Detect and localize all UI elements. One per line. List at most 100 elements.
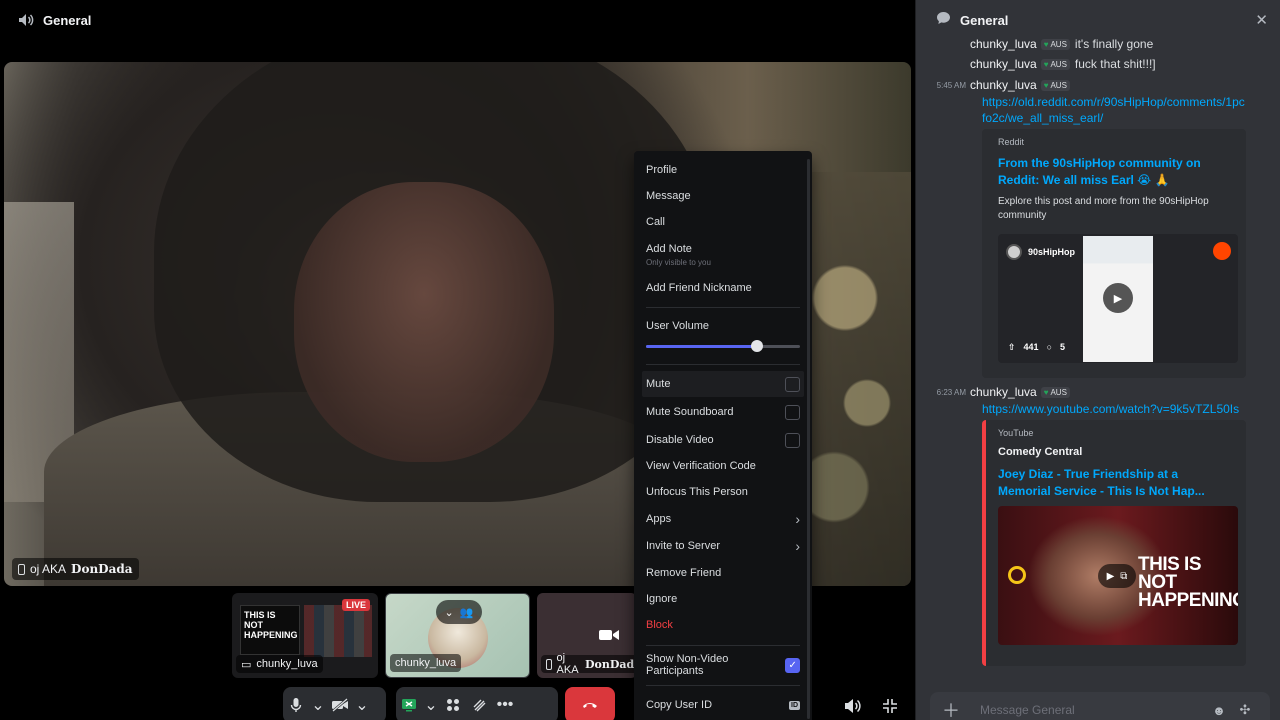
participants-toggle[interactable]: ⌄ 👥	[436, 600, 482, 624]
message-username[interactable]: chunky_luva	[970, 57, 1037, 71]
thumbnail-avatar-tile[interactable]: ⌄ 👥 chunky_luva	[385, 593, 530, 678]
message-username[interactable]: chunky_luva	[970, 78, 1037, 92]
menu-item-mute-soundboard[interactable]: Mute Soundboard	[642, 399, 804, 425]
thumbnail-stream-tile[interactable]: THIS IS NOT HAPPENING LIVE ▭ chunky_luva	[232, 593, 378, 678]
chevron-down-icon: ⌄	[424, 697, 438, 714]
menu-item-add-note[interactable]: Add Note Only visible to you	[642, 235, 804, 275]
embed-media[interactable]: 90sHipHop ▶ ⇧ 441 ○ 5	[998, 234, 1238, 363]
menu-item-copy-user-id[interactable]: Copy User ID ID	[642, 692, 804, 718]
user-volume-handle[interactable]	[750, 340, 763, 352]
menu-item-show-non-video-participants[interactable]: Show Non-Video Participants ✓	[642, 652, 804, 678]
message-link[interactable]: https://www.youtube.com/watch?v=9k5vTZL5…	[982, 401, 1239, 417]
thumbnail-name-prefix: oj AKA	[556, 652, 579, 676]
thumbnail-name-tag: oj AKA DonDada	[541, 652, 637, 676]
menu-item-disable-video[interactable]: Disable Video	[642, 427, 804, 453]
apps-icon[interactable]: ✣	[1232, 702, 1258, 718]
main-participant-name-tag: oj AKA DonDada	[12, 558, 139, 580]
embed-community: 90sHipHop	[1006, 244, 1075, 260]
emoji-icon[interactable]: ☻	[1206, 703, 1232, 718]
menu-item-add-friend-nickname[interactable]: Add Friend Nickname	[642, 275, 804, 301]
stream-preview: THIS IS NOT HAPPENING	[240, 605, 300, 655]
video-plant	[801, 172, 911, 586]
embed-title[interactable]: Joey Diaz - True Friendship at a Memoria…	[998, 466, 1234, 500]
mic-camera-controls: ⌄ ⌄	[283, 687, 386, 720]
message-input[interactable]: Message General	[972, 703, 1206, 717]
play-button[interactable]: ▶ ⧉	[1098, 564, 1136, 588]
external-link-icon: ⧉	[1120, 570, 1128, 582]
message-timestamp: 6:23 AM	[936, 387, 966, 397]
user-volume-fill	[646, 345, 757, 348]
mute-soundboard-checkbox[interactable]	[785, 404, 800, 420]
disconnect-button[interactable]	[565, 687, 615, 720]
menu-item-profile[interactable]: Profile	[642, 157, 804, 183]
server-tag-label: AUS	[1050, 39, 1067, 49]
microphone-icon	[290, 698, 302, 712]
mic-options-chevron[interactable]: ⌄	[309, 687, 327, 720]
embed-video-thumbnail[interactable]: ▶ ⧉ THIS IS NOT HAPPENING	[998, 506, 1238, 645]
camera-options-chevron[interactable]: ⌄	[353, 687, 371, 720]
menu-item-unfocus[interactable]: Unfocus This Person	[642, 479, 804, 505]
camera-button[interactable]	[327, 687, 353, 720]
app-root: General oj AKA DonDada THIS IS NOT HAPPE…	[0, 0, 1280, 720]
exit-fullscreen-button[interactable]	[877, 694, 903, 718]
volume-button[interactable]	[840, 694, 866, 718]
heart-icon: ♥	[1043, 80, 1049, 90]
user-volume-slider[interactable]	[646, 340, 800, 352]
user-volume-label: User Volume	[646, 320, 709, 332]
embed-provider: YouTube	[998, 428, 1034, 438]
chat-title: General	[960, 12, 1009, 28]
microphone-button[interactable]	[283, 687, 309, 720]
menu-item-call[interactable]: Call	[642, 209, 804, 235]
menu-item-message[interactable]: Message	[642, 183, 804, 209]
thumbnail-video-tile[interactable]: oj AKA DonDada	[537, 593, 637, 678]
add-attachment-icon[interactable]: ＋	[942, 697, 972, 720]
message-username[interactable]: chunky_luva	[970, 37, 1037, 51]
menu-item-view-verification-code[interactable]: View Verification Code	[642, 453, 804, 479]
minimize-icon	[883, 699, 897, 713]
menu-item-remove-friend[interactable]: Remove Friend	[642, 560, 804, 586]
embed-author[interactable]: Comedy Central	[998, 446, 1234, 458]
soundboard-button[interactable]	[466, 687, 492, 720]
menu-item-apps[interactable]: Apps ›	[642, 506, 804, 532]
reddit-logo-icon	[1213, 242, 1231, 260]
menu-item-mute[interactable]: Mute	[642, 371, 804, 397]
mobile-phone-icon	[546, 658, 552, 670]
server-tag[interactable]: ♥ AUS	[1040, 38, 1070, 50]
heart-icon: ♥	[1043, 387, 1049, 397]
people-icon: 👥	[459, 606, 474, 619]
activities-button[interactable]	[440, 687, 466, 720]
play-icon[interactable]: ▶	[1103, 283, 1133, 313]
server-tag[interactable]: ♥ AUS	[1040, 386, 1070, 398]
menu-item-invite-to-server[interactable]: Invite to Server ›	[642, 533, 804, 559]
screen-share-button[interactable]	[396, 687, 422, 720]
message-username[interactable]: chunky_luva	[970, 385, 1037, 399]
menu-item-label: Call	[646, 216, 665, 228]
chat-message: 5:45 AM chunky_luva ♥ AUS	[916, 76, 1280, 94]
mobile-phone-icon	[18, 563, 25, 575]
comedy-central-logo-icon	[1008, 566, 1026, 584]
speaker-icon	[18, 13, 34, 27]
more-options-button[interactable]: •••	[492, 687, 518, 720]
user-volume-control: User Volume	[642, 314, 804, 358]
embed-title[interactable]: From the 90sHipHop community on Reddit: …	[998, 155, 1234, 189]
menu-item-label: Invite to Server	[646, 540, 720, 552]
mute-checkbox[interactable]	[785, 376, 800, 392]
embed-provider: Reddit	[998, 137, 1025, 147]
screen-share-options-chevron[interactable]: ⌄	[422, 687, 440, 720]
embed-description: Explore this post and more from the 90sH…	[998, 196, 1209, 221]
server-tag[interactable]: ♥ AUS	[1040, 58, 1070, 70]
text-chat-panel: General ✕ chunky_luva ♥ AUS it's finally …	[915, 0, 1280, 720]
reddit-embed: Reddit From the 90sHipHop community on R…	[982, 129, 1246, 378]
menu-item-block[interactable]: Block	[642, 612, 804, 638]
menu-item-ignore[interactable]: Ignore	[642, 586, 804, 612]
menu-item-sublabel: Only visible to you	[646, 258, 711, 267]
show-non-video-checkbox[interactable]: ✓	[785, 657, 800, 673]
disable-video-checkbox[interactable]	[785, 432, 800, 448]
stream-preview-grid	[304, 605, 372, 657]
thumbnail-name-tag: ▭ chunky_luva	[236, 655, 323, 673]
message-link[interactable]: https://old.reddit.com/r/90sHipHop/comme…	[982, 94, 1247, 126]
server-tag[interactable]: ♥ AUS	[1040, 79, 1070, 91]
close-icon[interactable]: ✕	[1255, 11, 1268, 29]
community-name: 90sHipHop	[1028, 247, 1076, 257]
menu-separator	[646, 364, 800, 365]
